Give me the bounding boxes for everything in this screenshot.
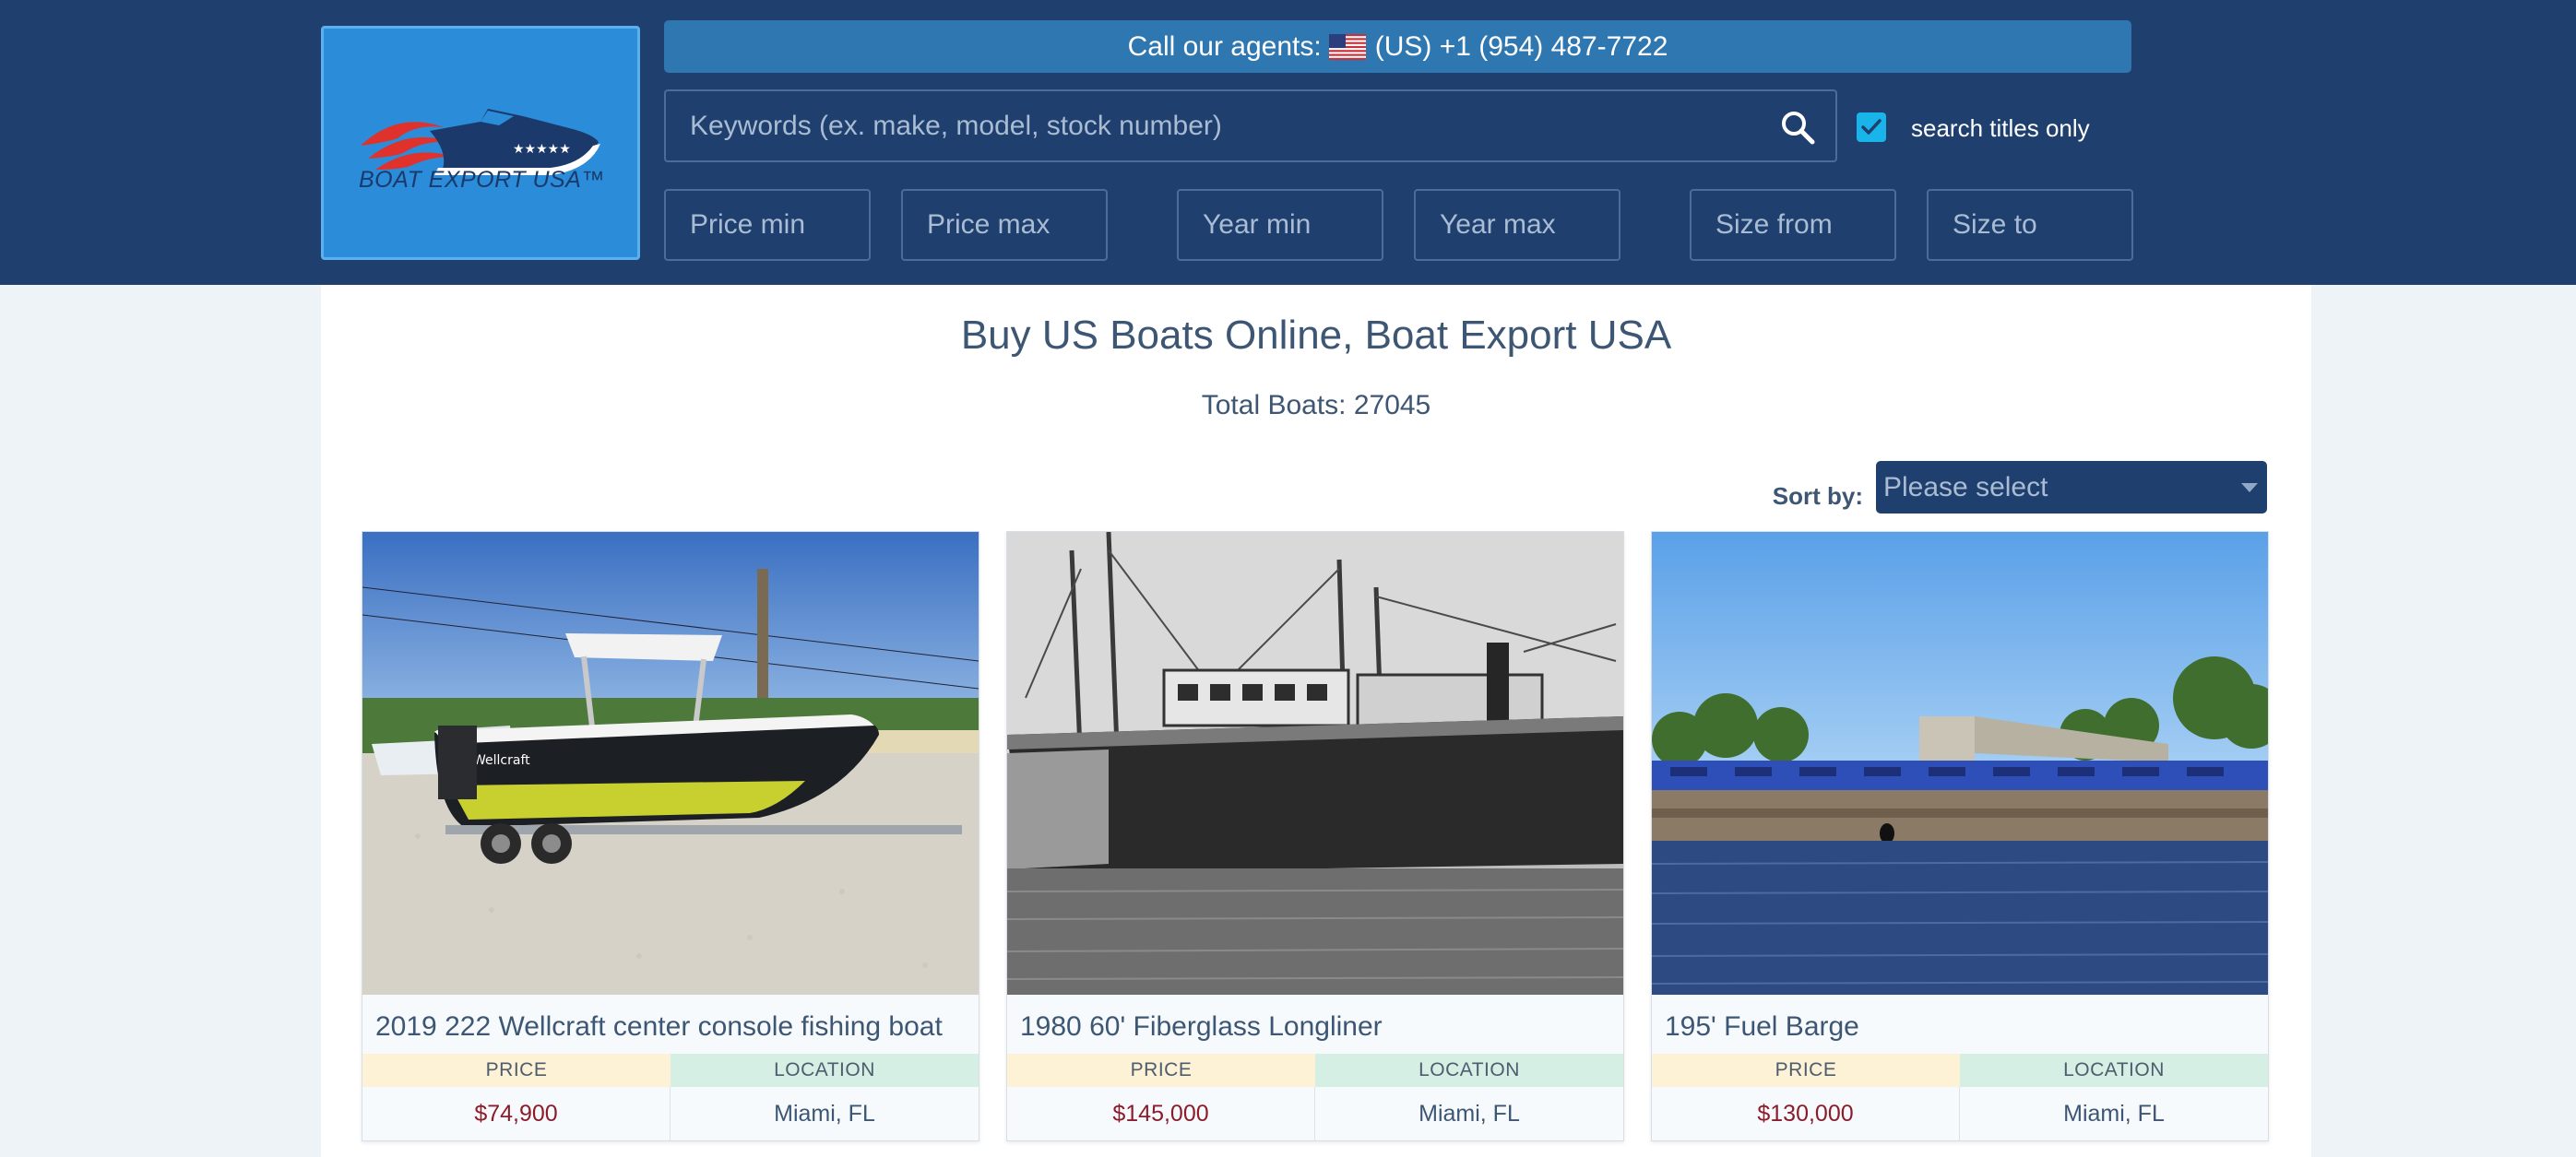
page-title: Buy US Boats Online, Boat Export USA [960,313,1672,358]
search-titles-only-label[interactable]: search titles only [1911,112,2090,144]
total-boats-count: Total Boats: 27045 [1201,390,1431,420]
listing-title[interactable]: 195' Fuel Barge [1665,1011,1859,1043]
year-max-input[interactable] [1416,191,1619,259]
boat-photo-image [1652,532,2268,995]
listing-price: $145,000 [1007,1087,1315,1140]
price-max-input[interactable] [903,191,1106,259]
location-label: LOCATION [1315,1054,1623,1087]
search-icon[interactable] [1780,110,1815,145]
listing-card[interactable]: Wellcraft 2019 222 Wellcraft center cons… [362,531,979,1141]
location-label: LOCATION [671,1054,979,1087]
boat-photo-image [1007,532,1623,995]
logo-text: BOAT EXPORT USA™ [359,167,605,193]
listing-title[interactable]: 1980 60' Fiberglass Longliner [1020,1011,1383,1043]
location-label: LOCATION [1960,1054,2268,1087]
listing-location: Miami, FL [774,1101,875,1127]
listing-photo[interactable] [1007,532,1623,995]
listing-title[interactable]: 2019 222 Wellcraft center console fishin… [375,1011,943,1043]
price-min-field [664,189,871,261]
call-agents-bar: Call our agents: (US) +1 (954) 487-7722 [664,20,2131,73]
call-number-link[interactable]: (US) +1 (954) 487-7722 [1375,31,1668,63]
checkmark-icon [1861,119,1882,135]
listing-location: Miami, FL [2063,1101,2165,1127]
site-header: ★★★★★ BOAT EXPORT USA™ Call our agents: … [0,0,2576,285]
search-box [664,89,1837,162]
price-max-field [901,189,1108,261]
caret-down-icon [2241,483,2258,492]
boat-photo-image: Wellcraft [362,532,979,995]
price-label: PRICE [1007,1054,1315,1087]
year-min-field [1177,189,1383,261]
size-to-input[interactable] [1929,191,2131,259]
main-content: Buy US Boats Online, Boat Export USA Tot… [321,285,2311,1157]
us-flag-icon [1328,33,1366,60]
logo[interactable]: ★★★★★ BOAT EXPORT USA™ [321,26,640,260]
price-label: PRICE [1652,1054,1960,1087]
sort-by-select[interactable]: Please select [1876,461,2267,514]
sort-by-label: Sort by: [1772,482,1863,510]
listing-location: Miami, FL [1419,1101,1520,1127]
listing-card[interactable]: 1980 60' Fiberglass Longliner PRICE LOCA… [1006,531,1624,1141]
search-titles-only-checkbox[interactable] [1857,112,1886,142]
listing-photo[interactable] [1652,532,2268,995]
price-min-input[interactable] [666,191,869,259]
year-min-input[interactable] [1179,191,1382,259]
sort-by-value: Please select [1883,472,2048,502]
listing-price: $74,900 [362,1087,671,1140]
year-max-field [1414,189,1620,261]
call-label: Call our agents: [1127,30,1322,62]
search-input[interactable] [666,91,1835,160]
size-from-input[interactable] [1692,191,1894,259]
listing-card[interactable]: 195' Fuel Barge PRICE LOCATION $130,000 … [1651,531,2269,1141]
price-label: PRICE [362,1054,671,1087]
svg-text:★★★★★: ★★★★★ [513,142,571,157]
listing-price: $130,000 [1652,1087,1960,1140]
size-to-field [1927,189,2133,261]
size-from-field [1690,189,1896,261]
listing-photo[interactable]: Wellcraft [362,532,979,995]
svg-text:Wellcraft: Wellcraft [473,753,530,768]
